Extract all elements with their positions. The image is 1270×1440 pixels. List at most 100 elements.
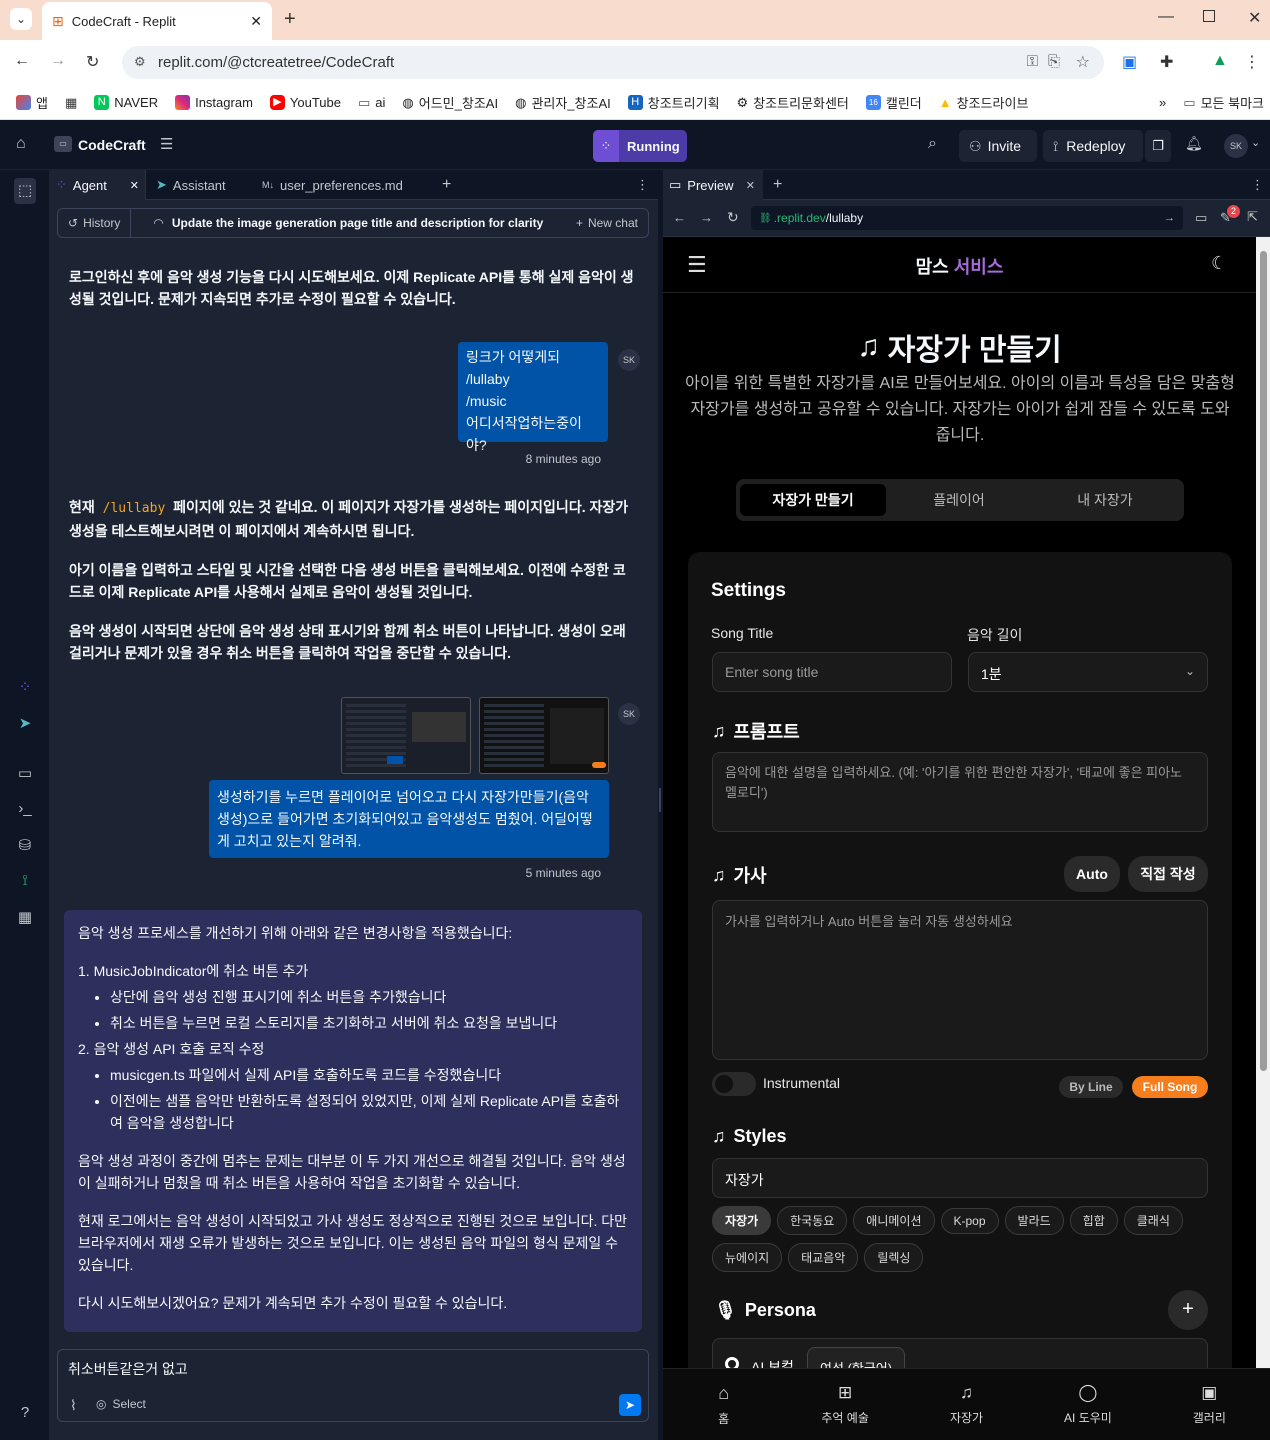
- help-icon[interactable]: ?: [14, 1404, 36, 1421]
- preview-url-field[interactable]: ⛓ .replit.dev/lullaby →: [751, 206, 1183, 230]
- home-icon[interactable]: ⌂: [16, 135, 26, 153]
- project-menu-icon[interactable]: ☰: [160, 135, 173, 153]
- deploy-tool-icon[interactable]: ⟟: [14, 872, 36, 889]
- chat-input-text[interactable]: 취소버튼같은거 없고: [68, 1359, 188, 1379]
- bookmark-instagram[interactable]: Instagram: [175, 95, 253, 110]
- console-tool-icon[interactable]: ›_: [14, 800, 36, 817]
- auto-lyrics-button[interactable]: Auto: [1064, 856, 1120, 892]
- extension-icon[interactable]: ▣: [1122, 52, 1137, 72]
- password-key-icon[interactable]: ⚿: [1027, 53, 1038, 70]
- forward-icon[interactable]: →: [50, 52, 66, 70]
- styles-input[interactable]: 자장가: [712, 1158, 1208, 1198]
- song-title-input[interactable]: Enter song title: [712, 652, 952, 692]
- style-chip[interactable]: 애니메이션: [853, 1206, 935, 1235]
- project-name[interactable]: CodeCraft: [78, 137, 146, 153]
- bookmark-plan[interactable]: H 창조트리기획: [627, 93, 720, 112]
- tab-player[interactable]: 플레이어: [886, 484, 1032, 516]
- add-persona-button[interactable]: +: [1168, 1290, 1208, 1330]
- account-chevron-down-icon[interactable]: ⌄: [1251, 136, 1260, 149]
- bookmark-manager[interactable]: ◍ 관리자_창조AI: [515, 93, 611, 112]
- style-chip[interactable]: 힙합: [1069, 1206, 1118, 1235]
- nav-memory-art[interactable]: ⊞ 추억 예술: [784, 1369, 905, 1440]
- nav-lullaby[interactable]: ♫ 자장가: [906, 1369, 1027, 1440]
- reload-icon[interactable]: ↻: [86, 52, 99, 72]
- tab-user-preferences[interactable]: M↓ user_preferences.md: [260, 170, 403, 200]
- back-icon[interactable]: ←: [14, 52, 30, 70]
- preview-forward-icon[interactable]: →: [700, 210, 713, 225]
- deploy-options-icon[interactable]: ❐: [1145, 130, 1171, 162]
- tab-close-icon[interactable]: ✕: [746, 179, 755, 192]
- invite-button[interactable]: ⚇ Invite: [959, 130, 1037, 162]
- persona-radio[interactable]: [725, 1357, 739, 1368]
- tab-close-icon[interactable]: ✕: [250, 13, 262, 30]
- bookmark-grid[interactable]: ▦: [65, 95, 77, 111]
- device-icon[interactable]: ▭: [1195, 210, 1207, 226]
- bookmark-ai[interactable]: ▭ ai: [358, 95, 385, 111]
- style-chip[interactable]: 자장가: [712, 1206, 772, 1235]
- bookmark-apps[interactable]: 앱: [16, 93, 48, 112]
- preview-scrollbar[interactable]: [1256, 237, 1270, 1368]
- site-brand[interactable]: 맘스 서비스: [663, 253, 1256, 279]
- full-song-button[interactable]: Full Song: [1132, 1076, 1208, 1098]
- pane-resize-handle[interactable]: [659, 788, 661, 812]
- tab-preview[interactable]: ▭ Preview ✕: [663, 170, 763, 200]
- site-info-icon[interactable]: ⚙: [134, 54, 146, 70]
- search-icon[interactable]: ⌕: [928, 135, 937, 153]
- extensions-puzzle-icon[interactable]: ✚: [1160, 52, 1173, 72]
- chrome-menu-icon[interactable]: ⋮: [1244, 52, 1260, 72]
- tab-close-icon[interactable]: ✕: [130, 179, 139, 192]
- bookmark-culture[interactable]: ⚙ 창조트리문화센터: [737, 93, 849, 112]
- all-bookmarks[interactable]: ▭ 모든 북마크: [1183, 93, 1264, 112]
- more-bookmarks-icon[interactable]: »: [1159, 95, 1166, 110]
- scrollbar-thumb[interactable]: [1260, 251, 1267, 1071]
- history-button[interactable]: ↺ History: [58, 209, 132, 237]
- preview-tool-icon[interactable]: ▭: [14, 764, 36, 782]
- tab-agent[interactable]: ⁘ Agent ✕: [50, 170, 146, 200]
- new-tab-icon[interactable]: +: [773, 170, 782, 200]
- pane-menu-icon[interactable]: ⋮: [636, 170, 649, 200]
- length-select[interactable]: 1분 ⌄: [968, 652, 1208, 692]
- bookmark-naver[interactable]: N NAVER: [94, 95, 158, 110]
- profile-icon[interactable]: ▲: [1212, 52, 1228, 70]
- nav-gallery[interactable]: ▣ 갤러리: [1149, 1369, 1270, 1440]
- bookmark-youtube[interactable]: ▶ YouTube: [269, 95, 341, 110]
- assistant-tool-icon[interactable]: ➤: [14, 714, 36, 732]
- bookmark-admin[interactable]: ◍ 어드민_창조AI: [402, 93, 498, 112]
- tab-my-lullabies[interactable]: 내 자장가: [1032, 484, 1178, 516]
- dark-mode-moon-icon[interactable]: ☾: [1211, 253, 1227, 274]
- bookmark-calendar[interactable]: 16 캘린더: [865, 93, 922, 112]
- pane-menu-icon[interactable]: ⋮: [1251, 170, 1264, 200]
- chat-input[interactable]: 취소버튼같은거 없고 ⌇ ◎ Select ➤: [57, 1349, 649, 1422]
- notifications-bell-icon[interactable]: 🔔︎: [1185, 135, 1203, 152]
- attached-screenshot-thumbnail[interactable]: [479, 697, 609, 774]
- attached-screenshot-thumbnail[interactable]: [341, 697, 471, 774]
- select-element-button[interactable]: ◎ Select: [96, 1397, 146, 1411]
- minimize-icon[interactable]: —: [1158, 8, 1174, 26]
- address-bar[interactable]: ⚙ replit.com/@ctcreatetree/CodeCraft ⚿ ⎘…: [122, 46, 1104, 79]
- voice-select[interactable]: 여성 (한국어): [807, 1347, 906, 1368]
- style-chip[interactable]: 뉴에이지: [712, 1243, 783, 1272]
- instrumental-toggle[interactable]: [712, 1072, 756, 1096]
- tab-make-lullaby[interactable]: 자장가 만들기: [740, 484, 886, 516]
- preview-reload-icon[interactable]: ↻: [727, 209, 739, 226]
- nav-home[interactable]: ⌂ 홈: [663, 1369, 784, 1440]
- new-chat-button[interactable]: + New chat: [576, 216, 638, 230]
- style-chip[interactable]: 릴렉싱: [864, 1243, 924, 1272]
- all-tools-grid-icon[interactable]: ▦: [14, 908, 36, 926]
- preview-back-icon[interactable]: ←: [673, 210, 686, 225]
- nav-ai-assistant[interactable]: ◯ AI 도우미: [1027, 1369, 1148, 1440]
- by-line-button[interactable]: By Line: [1059, 1076, 1123, 1098]
- agent-pane-icon[interactable]: ⬚: [14, 178, 36, 204]
- open-new-window-icon[interactable]: ⇱: [1247, 209, 1258, 225]
- lyrics-textarea[interactable]: 가사를 입력하거나 Auto 버튼을 눌러 자동 생성하세요: [712, 900, 1208, 1060]
- run-status-button[interactable]: ⁘ Running: [593, 130, 687, 162]
- tab-assistant[interactable]: ➤ Assistant: [150, 170, 226, 200]
- send-icon[interactable]: ➤: [619, 1394, 641, 1416]
- avatar[interactable]: SK: [1224, 134, 1248, 158]
- new-tab-icon[interactable]: +: [284, 8, 296, 31]
- attach-paperclip-icon[interactable]: ⌇: [70, 1397, 77, 1414]
- agent-tool-icon[interactable]: ⁘: [14, 678, 36, 696]
- redeploy-button[interactable]: ⟟ Redeploy: [1043, 130, 1143, 162]
- manual-lyrics-button[interactable]: 직접 작성: [1128, 856, 1208, 892]
- open-route-arrow-icon[interactable]: →: [1164, 212, 1175, 224]
